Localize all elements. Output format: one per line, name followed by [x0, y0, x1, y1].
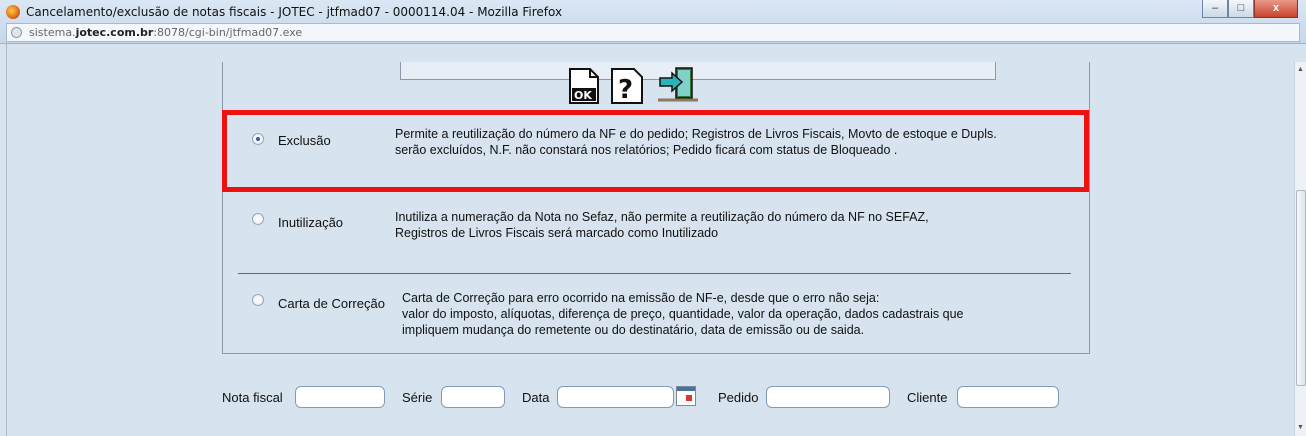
desc-carta-line3: impliquem mudança do remetente ou do des… — [402, 323, 865, 337]
help-question-icon[interactable]: ? — [610, 68, 644, 104]
minimize-button[interactable]: – — [1202, 0, 1228, 18]
desc-exclusao-line1: Permite a reutilização do número da NF e… — [395, 127, 997, 141]
label-exclusao: Exclusão — [278, 133, 331, 148]
option-separator — [238, 273, 1071, 274]
vertical-scrollbar[interactable]: ▲ ▼ — [1294, 62, 1306, 436]
maximize-button[interactable]: □ — [1228, 0, 1254, 18]
close-button[interactable]: x — [1254, 0, 1298, 18]
serie-input[interactable] — [441, 386, 505, 408]
label-inutilizacao: Inutilização — [278, 215, 344, 230]
desc-inutilizacao-line2: Registros de Livros Fiscais será marcado… — [395, 226, 719, 240]
svg-text:?: ? — [618, 75, 633, 104]
scroll-down-arrow-icon[interactable]: ▼ — [1297, 424, 1304, 431]
calendar-icon[interactable] — [676, 386, 696, 406]
window-controls: – □ x — [1202, 0, 1298, 20]
label-nota-fiscal: Nota fiscal — [222, 390, 283, 405]
exit-door-icon[interactable] — [656, 66, 700, 104]
globe-icon — [11, 27, 22, 38]
svg-text:OK: OK — [574, 89, 592, 102]
desc-exclusao-line2: serão excluídos, N.F. não constará nos r… — [395, 143, 898, 157]
label-serie: Série — [402, 390, 433, 405]
radio-inutilizacao[interactable] — [252, 213, 264, 225]
pedido-input[interactable] — [766, 386, 890, 408]
address-bar[interactable]: sistema.jotec.com.br:8078/cgi-bin/jtfmad… — [6, 23, 1300, 42]
label-cliente: Cliente — [907, 390, 948, 405]
radio-carta-correcao[interactable] — [252, 294, 264, 306]
scroll-up-arrow-icon[interactable]: ▲ — [1297, 66, 1304, 73]
window-title: Cancelamento/exclusão de notas fiscais -… — [26, 5, 563, 19]
desc-carta-line1: Carta de Correção para erro ocorrido na … — [402, 291, 880, 305]
nota-fiscal-input[interactable] — [295, 386, 385, 408]
firefox-icon — [6, 5, 20, 19]
radio-exclusao[interactable] — [252, 133, 264, 145]
data-input[interactable] — [557, 386, 674, 408]
address-url: sistema.jotec.com.br:8078/cgi-bin/jtfmad… — [29, 26, 303, 39]
label-data: Data — [522, 390, 550, 405]
cliente-input[interactable] — [957, 386, 1059, 408]
desc-inutilizacao-line1: Inutiliza a numeração da Nota no Sefaz, … — [395, 210, 929, 224]
label-carta-correcao: Carta de Correção — [278, 296, 385, 311]
window-titlebar: Cancelamento/exclusão de notas fiscais -… — [0, 0, 1306, 44]
scrollbar-thumb[interactable] — [1296, 190, 1306, 386]
ok-document-icon[interactable]: OK — [568, 68, 600, 104]
label-pedido: Pedido — [718, 390, 759, 405]
desc-carta-line2: valor do imposto, alíquotas, diferença d… — [402, 307, 964, 321]
